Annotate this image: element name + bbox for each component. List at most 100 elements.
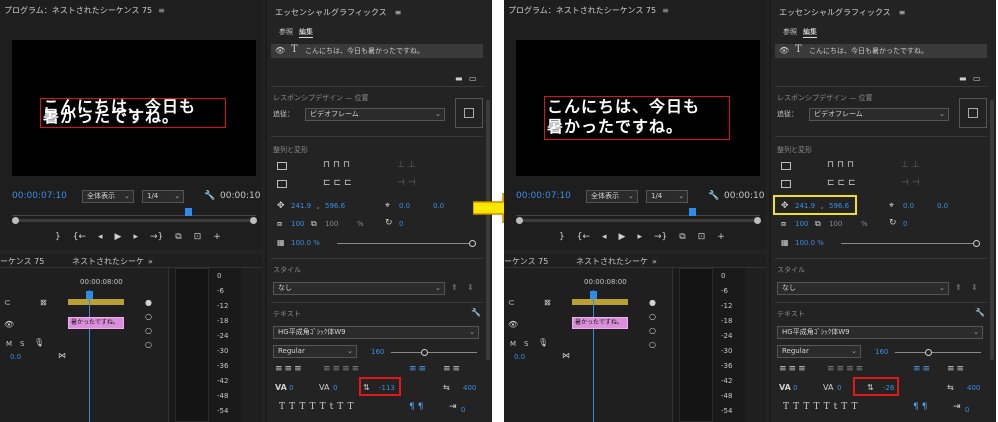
distribute-icons[interactable]: ⊥⊥	[397, 160, 419, 170]
font-size-value[interactable]: 160	[875, 348, 888, 357]
tracking-value[interactable]: 0	[837, 384, 841, 393]
sync-style-icon[interactable]: ⬇	[467, 283, 474, 293]
sync-style-icon[interactable]: ⬇	[971, 283, 978, 293]
style-select[interactable]: なし ⌄	[273, 282, 445, 295]
work-area-bar[interactable]	[68, 299, 124, 305]
playhead-marker[interactable]	[185, 208, 192, 216]
add-button-icon[interactable]: +	[717, 232, 725, 244]
more-tabs-icon[interactable]: »	[148, 257, 153, 267]
wrench-icon[interactable]: 🔧	[975, 308, 985, 318]
text-layer-overlapped[interactable]: こんにちは、今日も 暑かったですね。	[40, 98, 226, 128]
pin-edges-widget[interactable]	[455, 98, 483, 128]
graphic-clip[interactable]: 暑かったですね。	[68, 317, 124, 329]
tab-stop-icon[interactable]: ⇥	[449, 402, 457, 412]
tab-edit[interactable]: 編集	[299, 28, 313, 38]
position-y[interactable]: 596.6	[325, 202, 345, 211]
new-layer-icon[interactable]: ▭	[469, 74, 477, 84]
leading-value[interactable]: 400	[463, 384, 476, 393]
text-direction-icons[interactable]: ¶¶	[913, 402, 930, 412]
vertical-align-2-icons[interactable]: ≡≡	[947, 364, 966, 374]
quality-select[interactable]: 1/4 ⌄	[646, 190, 688, 203]
export-frame-icon[interactable]: ⧉	[175, 232, 181, 244]
font-size-value[interactable]: 160	[371, 348, 384, 357]
play-icon[interactable]: ▶	[115, 232, 122, 244]
eye-icon[interactable]: 👁	[4, 320, 14, 330]
snap-icon[interactable]: ⊂	[4, 298, 11, 308]
pin-to-select[interactable]: ビデオフレーム ⌄	[809, 108, 949, 121]
distribute-icons[interactable]: ⊥⊥	[901, 160, 923, 170]
tab-browse[interactable]: 参照	[783, 28, 797, 37]
tab-sequence-75[interactable]: ーケンス 75	[0, 257, 44, 267]
mute-button[interactable]: M	[510, 340, 516, 349]
baseline-value[interactable]: 0	[965, 406, 969, 415]
scale-value[interactable]: 100	[795, 220, 808, 229]
align-top-icons[interactable]: ⊓⊓⊓	[827, 160, 857, 170]
rotation-value[interactable]: 0	[903, 220, 907, 229]
work-area-bar[interactable]	[572, 299, 628, 305]
baseline-value[interactable]: 0	[461, 406, 465, 415]
font-select[interactable]: HG平成角ｺﾞｼｯｸ体W9 ⌄	[273, 326, 479, 339]
step-forward-icon[interactable]: ▸	[637, 232, 642, 244]
tab-browse[interactable]: 参照	[279, 28, 293, 37]
leading-value[interactable]: 400	[967, 384, 980, 393]
mark-in-icon[interactable]: }	[55, 232, 61, 244]
export-frame-icon[interactable]: ⧉	[679, 232, 685, 244]
anchor-x[interactable]: 0.0	[399, 202, 410, 211]
track-dot-icon[interactable]: ○	[649, 340, 656, 350]
kerning-value[interactable]: 0	[289, 384, 293, 393]
wrench-icon[interactable]: 🔧	[471, 308, 481, 318]
align-top-icons[interactable]: ⊓⊓⊓	[323, 160, 353, 170]
pin-to-select[interactable]: ビデオフレーム ⌄	[305, 108, 445, 121]
vertical-align-icons[interactable]: ≡≡	[913, 364, 932, 374]
step-forward-icon[interactable]: ▸	[133, 232, 138, 244]
push-style-icon[interactable]: ⬆	[451, 283, 458, 293]
tracking-value[interactable]: 0	[333, 384, 337, 393]
tab-stop-icon[interactable]: ⇥	[953, 402, 961, 412]
paragraph-align-icons[interactable]: ≡≡≡	[275, 364, 304, 374]
opacity-value[interactable]: 100.0 %	[795, 239, 824, 248]
tab-sequence-75[interactable]: ーケンス 75	[504, 257, 548, 267]
new-layer-icon[interactable]: ▭	[973, 74, 981, 84]
time-ruler[interactable]	[12, 210, 256, 216]
align-left-icons[interactable]: ⊏⊏⊏	[323, 178, 355, 188]
solo-button[interactable]: S	[524, 340, 528, 349]
video-preview[interactable]: こんにちは、今日も 暑かったですね。	[12, 40, 256, 176]
eye-icon[interactable]: 👁	[779, 46, 789, 56]
track-volume[interactable]: 0.0	[514, 353, 525, 362]
resize-icon[interactable]: ⋈	[562, 351, 570, 361]
align-vertical-icon[interactable]	[781, 162, 791, 170]
track-dot-icon[interactable]: ○	[649, 312, 656, 322]
text-layer[interactable]: こんにちは、今日も 暑かったですね。	[544, 96, 730, 140]
font-style-buttons-icons[interactable]: TTTTTtTT	[783, 402, 861, 412]
align-left-icons[interactable]: ⊏⊏⊏	[827, 178, 859, 188]
font-style-buttons-icons[interactable]: TTTTTtTT	[279, 402, 357, 412]
text-direction-icons[interactable]: ¶¶	[409, 402, 426, 412]
opacity-slider[interactable]	[337, 243, 471, 244]
panel-scrollbar[interactable]	[990, 100, 994, 360]
push-style-icon[interactable]: ⬆	[955, 283, 962, 293]
zoom-handle-right[interactable]	[754, 217, 761, 224]
font-style-select[interactable]: Regular ⌄	[777, 345, 861, 358]
kerning-value[interactable]: 0	[793, 384, 797, 393]
align-vertical-icon[interactable]	[277, 162, 287, 170]
position-x[interactable]: 241.9	[291, 202, 311, 211]
button-editor-icon[interactable]: ⊡	[698, 232, 706, 244]
video-preview[interactable]: こんにちは、今日も 暑かったですね。	[516, 40, 760, 176]
more-tabs-icon[interactable]: »	[652, 257, 657, 267]
microphone-icon[interactable]: 🎙	[538, 338, 548, 348]
go-to-out-icon[interactable]: →}	[150, 232, 163, 244]
link-icon[interactable]: ⧉	[311, 219, 317, 229]
playhead-timecode[interactable]: 00:00:07:10	[516, 191, 571, 201]
track-dot-icon[interactable]: ○	[145, 312, 152, 322]
eye-icon[interactable]: 👁	[275, 46, 285, 56]
link-icon[interactable]: ⧉	[815, 219, 821, 229]
resize-icon[interactable]: ⋈	[58, 351, 66, 361]
solo-button[interactable]: S	[20, 340, 24, 349]
quality-select[interactable]: 1/4 ⌄	[142, 190, 184, 203]
rotation-value[interactable]: 0	[399, 220, 403, 229]
align-horizontal-icon[interactable]	[781, 180, 791, 188]
eye-icon[interactable]: 👁	[508, 320, 518, 330]
tab-edit[interactable]: 編集	[803, 28, 817, 38]
track-dot-icon[interactable]: ●	[145, 298, 152, 308]
font-size-slider[interactable]	[391, 352, 477, 353]
